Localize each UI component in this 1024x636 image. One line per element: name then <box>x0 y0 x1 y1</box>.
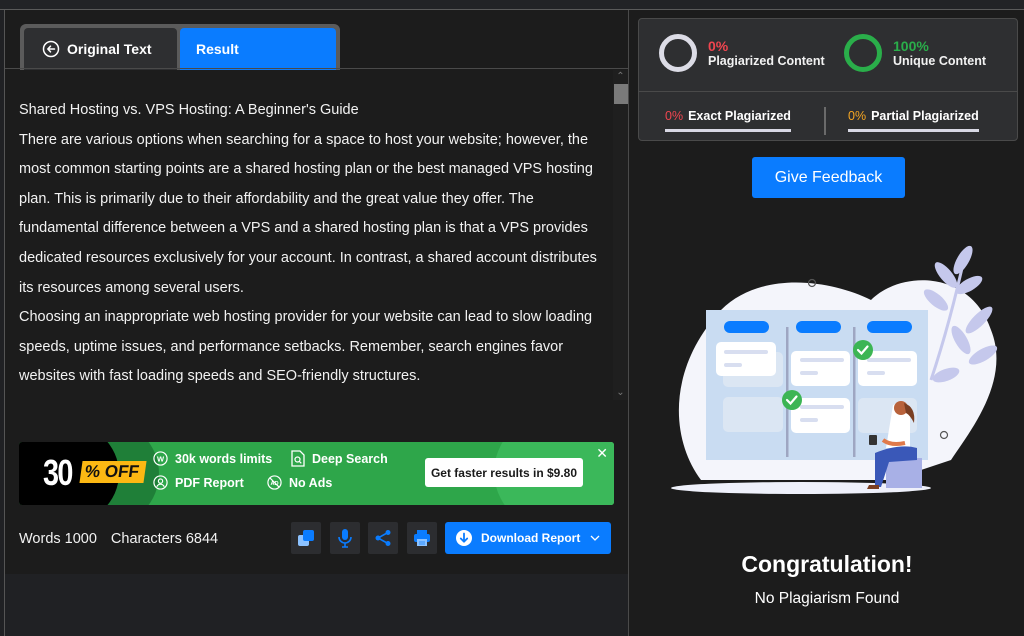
tab-original-text[interactable]: Original Text <box>24 28 177 70</box>
scroll-down-icon[interactable]: ⌄ <box>613 386 628 400</box>
divider <box>5 68 629 69</box>
download-report-button[interactable]: Download Report <box>445 522 611 554</box>
download-report-label: Download Report <box>481 531 581 545</box>
result-text[interactable]: Shared Hosting vs. VPS Hosting: A Beginn… <box>19 96 599 398</box>
copy-icon <box>298 530 314 546</box>
svg-text:W: W <box>157 454 165 463</box>
tab-result-label: Result <box>196 41 239 57</box>
svg-text:AD: AD <box>270 481 278 487</box>
board-column-header <box>867 321 912 333</box>
plagiarized-ring <box>659 34 697 72</box>
board-column-header <box>796 321 841 333</box>
success-illustration <box>671 245 998 494</box>
back-arrow-circle-icon <box>42 40 60 58</box>
partial-percent: 0% <box>848 109 867 123</box>
text-paragraph: Shared Hosting vs. VPS Hosting: A Beginn… <box>19 102 359 118</box>
exact-percent: 0% <box>665 109 684 123</box>
microphone-button[interactable] <box>330 522 360 554</box>
character-count: Characters 6844 <box>110 531 219 547</box>
top-bar <box>0 0 1024 10</box>
feature-words-limit: W 30k words limits <box>153 451 272 466</box>
partial-label: Partial Plagiarized <box>871 109 979 123</box>
text-paragraph: Choosing an inappropriate web hosting pr… <box>19 309 593 385</box>
share-icon <box>375 530 391 546</box>
editor-panel: Original Text Result Shared Hosting vs. … <box>5 10 629 574</box>
feature-no-ads: AD No Ads <box>267 475 332 490</box>
exact-label: Exact Plagiarized <box>688 109 791 123</box>
exact-plagiarized: 0% Exact Plagiarized <box>665 109 791 132</box>
text-stats: Words 1000 Characters 6844 <box>19 531 218 547</box>
print-button[interactable] <box>407 522 437 554</box>
unique-ring <box>844 34 882 72</box>
check-badge-icon <box>853 340 873 360</box>
share-button[interactable] <box>368 522 398 554</box>
promo-cta-button[interactable]: Get faster results in $9.80 <box>425 458 583 487</box>
no-ads-icon: AD <box>267 475 282 490</box>
partial-plagiarized: 0% Partial Plagiarized <box>848 109 979 132</box>
plagiarized-label: Plagiarized Content <box>708 54 825 68</box>
text-scrollbar[interactable]: ⌃ ⌄ <box>613 70 628 400</box>
unique-score: 100% Unique Content <box>844 34 986 72</box>
board-card <box>716 342 776 376</box>
unique-percent: 100% <box>893 38 929 54</box>
tab-result[interactable]: Result <box>180 28 336 70</box>
scroll-thumb[interactable] <box>614 84 628 104</box>
scroll-up-icon[interactable]: ⌃ <box>613 70 628 84</box>
plagiarized-score: 0% Plagiarized Content <box>659 34 825 72</box>
tab-original-label: Original Text <box>67 41 152 57</box>
board-card <box>723 397 783 432</box>
text-paragraph: There are various options when searching… <box>19 131 597 296</box>
check-badge-icon <box>782 390 802 410</box>
feature-pdf-report: PDF Report <box>153 475 244 490</box>
unique-label: Unique Content <box>893 54 987 68</box>
w-circle-icon: W <box>153 451 168 466</box>
download-circle-icon <box>456 530 472 546</box>
promo-banner[interactable]: 30 % OFF W 30k words limits Deep Search … <box>19 442 614 505</box>
left-pane: Original Text Result Shared Hosting vs. … <box>4 10 629 636</box>
score-card: 0% Plagiarized Content 100% Unique Conte… <box>638 18 1018 141</box>
word-count: Words 1000 <box>19 531 97 547</box>
divider <box>639 91 1017 92</box>
printer-icon <box>414 530 430 546</box>
chevron-down-icon <box>590 535 600 541</box>
user-circle-icon <box>153 475 168 490</box>
give-feedback-button[interactable]: Give Feedback <box>752 157 905 198</box>
divider <box>824 107 826 135</box>
result-subtitle: No Plagiarism Found <box>754 590 900 607</box>
document-search-icon <box>291 450 305 467</box>
close-icon[interactable]: ✕ <box>596 445 608 462</box>
copy-button[interactable] <box>291 522 321 554</box>
promo-discount-badge: % OFF <box>79 461 147 483</box>
plagiarized-percent: 0% <box>708 38 729 54</box>
right-pane: 0% Plagiarized Content 100% Unique Conte… <box>628 10 1024 636</box>
promo-discount-number: 30 <box>43 452 73 493</box>
feature-deep-search: Deep Search <box>291 450 388 467</box>
result-title: Congratulation! <box>741 551 913 577</box>
board-column-header <box>724 321 769 333</box>
tab-bar: Original Text Result <box>20 24 340 70</box>
board-card <box>791 351 850 386</box>
microphone-icon <box>338 529 352 548</box>
